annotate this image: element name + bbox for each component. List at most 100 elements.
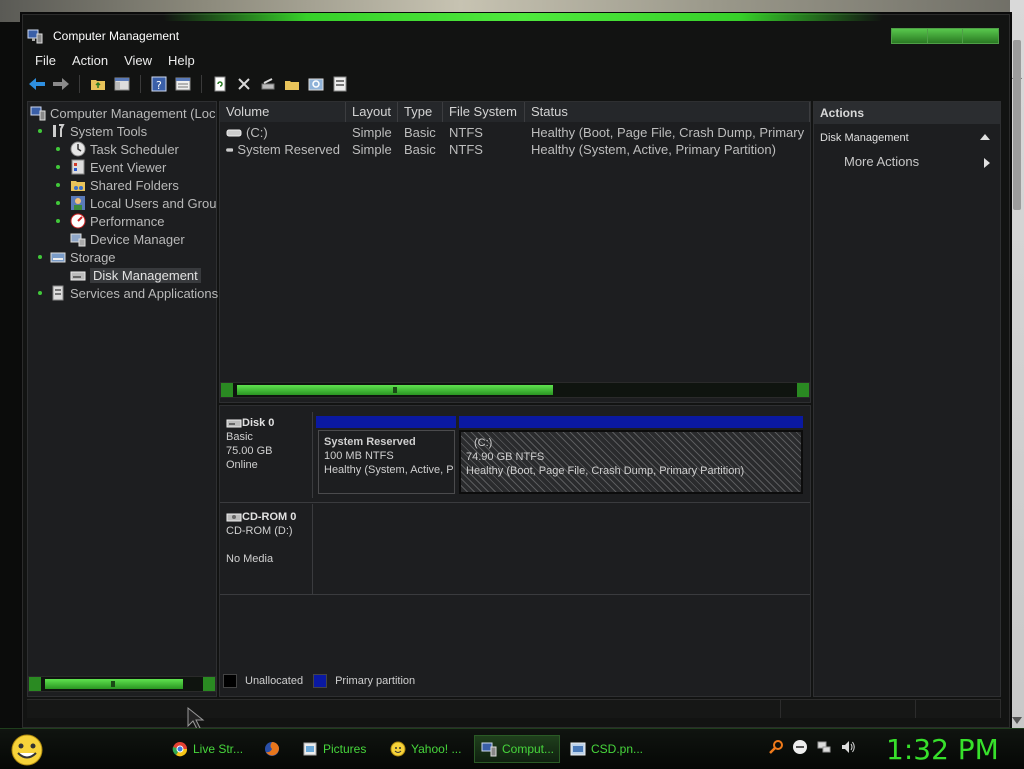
toolbar-separator xyxy=(140,75,141,93)
tree-item-services-and-applications[interactable]: Services and Applications xyxy=(50,284,218,302)
tree-item-performance[interactable]: Performance xyxy=(70,212,164,230)
window-controls[interactable] xyxy=(891,28,999,44)
tree-expander-icon[interactable] xyxy=(38,129,42,133)
tree-expander-icon[interactable] xyxy=(56,165,60,169)
desktop-scrollbar[interactable] xyxy=(1010,0,1024,740)
table-row[interactable]: (C:) Simple Basic NTFS Healthy (Boot, Pa… xyxy=(220,124,810,141)
taskbar-button-yahoo[interactable]: Yahoo! ... xyxy=(384,735,468,763)
maximize-button[interactable] xyxy=(927,29,964,43)
column-header-layout[interactable]: Layout xyxy=(346,102,398,122)
layout-cell: Simple xyxy=(352,142,392,157)
tree-item-system-tools[interactable]: System Tools xyxy=(50,122,147,140)
minimize-button[interactable] xyxy=(892,29,928,43)
submenu-arrow-icon[interactable] xyxy=(984,158,990,168)
disk-management-icon xyxy=(70,271,86,281)
volume-icon[interactable] xyxy=(840,739,856,755)
disk-row-divider xyxy=(220,502,810,503)
forward-icon[interactable] xyxy=(51,74,71,94)
back-icon[interactable] xyxy=(27,74,47,94)
actions-section-disk-management[interactable]: Disk Management xyxy=(814,126,1000,150)
tree-item-task-scheduler[interactable]: Task Scheduler xyxy=(70,140,179,158)
up-folder-icon[interactable] xyxy=(88,74,108,94)
volume-list-header: Volume Layout Type File System Status xyxy=(220,102,810,122)
tree-item-storage[interactable]: Storage xyxy=(50,248,116,266)
computer-management-window: Computer Management File Action View Hel… xyxy=(22,13,1010,728)
export-icon[interactable] xyxy=(330,74,350,94)
cdrom-0-state: No Media xyxy=(226,553,274,565)
disk-settings-icon[interactable] xyxy=(258,74,278,94)
menu-help[interactable]: Help xyxy=(160,51,203,71)
toolbar-separator xyxy=(79,75,80,93)
disk-divider xyxy=(312,412,313,498)
partition-status: Healthy (System, Active, P xyxy=(324,464,454,476)
cdrom-0-label[interactable]: CD-ROM 0 CD-ROM (D:) No Media xyxy=(226,510,296,566)
tree-item-local-users-and-groups[interactable]: Local Users and Grou xyxy=(70,194,216,212)
table-row[interactable]: System Reserved Simple Basic NTFS Health… xyxy=(220,141,810,158)
tree-item-shared-folders[interactable]: Shared Folders xyxy=(70,176,179,194)
tree-expander-icon[interactable] xyxy=(56,147,60,151)
status-pane xyxy=(27,700,782,718)
search-icon[interactable] xyxy=(306,74,326,94)
tree-label: Performance xyxy=(90,213,165,229)
tree-expander-icon[interactable] xyxy=(38,255,42,259)
scroll-right-button[interactable] xyxy=(797,383,809,397)
title-bar[interactable]: Computer Management xyxy=(23,21,1009,51)
taskbar-button-computer-management[interactable]: Comput... xyxy=(474,735,560,763)
column-header-volume[interactable]: Volume xyxy=(220,102,346,122)
scroll-thumb[interactable] xyxy=(1013,40,1021,210)
tree-expander-icon[interactable] xyxy=(56,183,60,187)
help-icon[interactable]: ? xyxy=(149,74,169,94)
tree-label: Storage xyxy=(70,249,116,265)
disk-0-label[interactable]: Disk 0 Basic 75.00 GB Online xyxy=(226,416,274,472)
device-manager-icon xyxy=(70,233,86,247)
legend-swatch-primary xyxy=(313,674,328,688)
tree-label: Task Scheduler xyxy=(90,141,179,157)
more-actions-link[interactable]: More Actions xyxy=(844,154,919,169)
taskbar-button-csd-png[interactable]: CSD.pn... xyxy=(564,735,650,763)
menu-view[interactable]: View xyxy=(116,51,160,71)
tree-expander-icon[interactable] xyxy=(56,201,60,205)
tree-horizontal-scrollbar[interactable] xyxy=(28,676,216,692)
collapse-icon[interactable] xyxy=(980,134,990,140)
toolbar: ? xyxy=(27,73,350,95)
show-hide-tree-icon[interactable] xyxy=(112,74,132,94)
taskbar-button-firefox[interactable] xyxy=(258,735,294,763)
search-tray-icon[interactable] xyxy=(768,739,784,755)
refresh-icon[interactable] xyxy=(210,74,230,94)
partition-system-reserved[interactable]: System Reserved 100 MB NTFS Healthy (Sys… xyxy=(318,430,455,494)
taskbar-button-live-stream[interactable]: Live Str... xyxy=(166,735,250,763)
disk-0-name: Disk 0 xyxy=(242,417,275,429)
tree-item-computer-management[interactable]: Computer Management (Loc xyxy=(30,104,215,122)
disk-graphical-view: Disk 0 Basic 75.00 GB Online System Rese… xyxy=(219,405,811,697)
tree-item-event-viewer[interactable]: Event Viewer xyxy=(70,158,166,176)
tree-label: Event Viewer xyxy=(90,159,167,175)
menu-action[interactable]: Action xyxy=(64,51,116,71)
status-cell: Healthy (System, Active, Primary Partiti… xyxy=(531,142,776,157)
open-icon[interactable] xyxy=(282,74,302,94)
cdrom-0-type: CD-ROM (D:) xyxy=(226,525,293,537)
menu-file[interactable]: File xyxy=(27,51,64,71)
close-button[interactable] xyxy=(963,29,999,43)
scroll-down-arrow-icon[interactable] xyxy=(1012,717,1022,724)
scroll-left-button[interactable] xyxy=(29,677,41,691)
scroll-grip xyxy=(393,387,397,393)
scroll-left-button[interactable] xyxy=(221,383,233,397)
tree-expander-icon[interactable] xyxy=(38,291,42,295)
column-header-type[interactable]: Type xyxy=(398,102,443,122)
properties-icon[interactable] xyxy=(173,74,193,94)
tree-expander-icon[interactable] xyxy=(56,219,60,223)
scroll-right-button[interactable] xyxy=(203,677,215,691)
partition-c[interactable]: (C:) 74.90 GB NTFS Healthy (Boot, Page F… xyxy=(459,430,803,494)
taskbar-button-pictures[interactable]: Pictures xyxy=(296,735,378,763)
tree-item-device-manager[interactable]: Device Manager xyxy=(70,230,185,248)
start-button-smiley-icon[interactable] xyxy=(8,733,46,767)
tree-item-disk-management[interactable]: Disk Management xyxy=(70,266,201,284)
column-header-file-system[interactable]: File System xyxy=(443,102,525,122)
volume-list-horizontal-scrollbar[interactable] xyxy=(220,382,810,398)
delete-icon[interactable] xyxy=(234,74,254,94)
column-header-status[interactable]: Status xyxy=(525,102,810,122)
network-icon[interactable] xyxy=(816,739,832,755)
partition-legend: Unallocated Primary partition xyxy=(219,671,809,691)
minus-circle-icon[interactable] xyxy=(792,739,808,755)
taskbar-clock[interactable]: 1:32 PM xyxy=(886,733,999,766)
